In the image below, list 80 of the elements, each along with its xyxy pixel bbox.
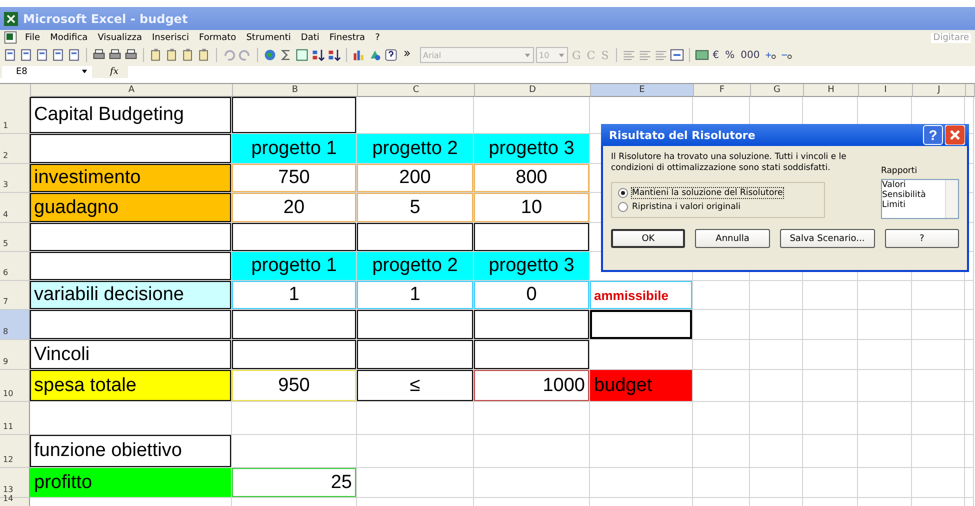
menu-item[interactable]: Inserisci bbox=[152, 32, 189, 42]
table-cell: progetto 3 bbox=[474, 134, 590, 164]
list-item[interactable]: Valori bbox=[882, 180, 945, 190]
table-cell: ammissibile bbox=[590, 281, 693, 310]
menu-item[interactable]: Visualizza bbox=[98, 32, 142, 42]
table-cell: progetto 2 bbox=[357, 134, 474, 164]
dialog-button[interactable]: Annulla bbox=[695, 229, 770, 248]
dialog-button[interactable]: OK bbox=[611, 229, 686, 248]
table-cell: budget bbox=[590, 370, 693, 402]
number-format-button[interactable]: 000 bbox=[738, 50, 762, 60]
list-item[interactable]: Limiti bbox=[882, 200, 945, 210]
row-header[interactable]: 12 bbox=[0, 435, 30, 468]
menu-item[interactable]: Strumenti bbox=[246, 32, 291, 42]
table-cell: profitto bbox=[30, 468, 232, 498]
menu-item[interactable]: File bbox=[25, 32, 40, 42]
menu-item[interactable]: Dati bbox=[300, 32, 320, 42]
row-header[interactable]: 2 bbox=[0, 134, 30, 164]
table-cell: 950 bbox=[232, 370, 357, 402]
result-message: Il Risolutore ha trovato una soluzione. Tutti i vincoli e le condizioni di ottimalizzazione sono stati soddisfatti. bbox=[611, 152, 848, 174]
row-header[interactable]: 6 bbox=[0, 252, 30, 281]
table-cell: 800 bbox=[474, 164, 590, 193]
row-header[interactable]: 3 bbox=[0, 164, 30, 193]
column-header[interactable]: D bbox=[475, 84, 591, 97]
column-header[interactable]: F bbox=[694, 84, 751, 97]
name-box[interactable]: E8 bbox=[2, 66, 92, 78]
row-header[interactable]: 5 bbox=[0, 223, 30, 252]
radio-option[interactable]: Ripristina i valori originali bbox=[618, 200, 818, 214]
column-header[interactable]: C bbox=[358, 84, 475, 97]
row-header[interactable]: 9 bbox=[0, 340, 30, 370]
row-header[interactable]: 11 bbox=[0, 402, 30, 435]
table-cell: progetto 2 bbox=[357, 252, 474, 281]
table-cell: 200 bbox=[357, 164, 474, 193]
column-header[interactable]: A bbox=[31, 84, 233, 97]
table-cell: ≤ bbox=[357, 370, 474, 402]
column-header[interactable]: G bbox=[751, 84, 804, 97]
radio-option[interactable]: Mantieni la soluzione del Risolutore bbox=[618, 186, 818, 200]
row-header[interactable]: 10 bbox=[0, 370, 30, 402]
table-cell: Vincoli bbox=[30, 340, 232, 370]
window-title: Microsoft Excel - budget bbox=[23, 12, 188, 26]
table-cell: investimento bbox=[30, 164, 232, 193]
column-header[interactable]: J bbox=[913, 84, 966, 97]
column-header[interactable]: E bbox=[591, 84, 694, 97]
table-cell: 1 bbox=[357, 281, 474, 310]
menu-item[interactable]: ? bbox=[375, 32, 380, 42]
table-cell: funzione obiettivo bbox=[30, 435, 232, 468]
number-format-button[interactable]: € bbox=[710, 50, 722, 60]
menu-item[interactable]: Formato bbox=[198, 32, 236, 42]
reports-list[interactable]: Valori Sensibilità Limiti bbox=[881, 179, 959, 219]
dialog-title: Risultato del Risolutore bbox=[609, 128, 756, 142]
table-cell: progetto 1 bbox=[232, 252, 357, 281]
table-cell: Capital Budgeting bbox=[30, 97, 232, 134]
function-label[interactable]: fx bbox=[92, 66, 128, 76]
help-button[interactable]: ? bbox=[923, 125, 943, 145]
list-item[interactable]: Sensibilità bbox=[882, 190, 945, 200]
row-header[interactable]: 1 bbox=[0, 97, 30, 134]
row-header[interactable]: 8 bbox=[0, 310, 30, 340]
menu-item[interactable]: Finestra bbox=[329, 32, 366, 42]
row-header[interactable]: 7 bbox=[0, 281, 30, 310]
table-cell: 0 bbox=[474, 281, 590, 310]
column-header[interactable]: I bbox=[859, 84, 913, 97]
dialog-button[interactable]: ? bbox=[884, 229, 960, 248]
table-cell: progetto 1 bbox=[232, 134, 357, 164]
table-cell: 5 bbox=[357, 193, 474, 223]
reports-label: Rapporti bbox=[881, 166, 918, 176]
row-header[interactable]: 4 bbox=[0, 193, 30, 223]
number-format-button[interactable]: % bbox=[723, 50, 737, 60]
table-cell: 750 bbox=[232, 164, 357, 193]
table-cell: variabili decisione bbox=[30, 281, 232, 310]
menu-item[interactable]: Modifica bbox=[50, 32, 88, 42]
table-cell: 1 bbox=[232, 281, 357, 310]
dialog-button[interactable]: Salva Scenario... bbox=[780, 229, 875, 248]
table-cell: 1000 bbox=[474, 370, 590, 402]
table-cell: 20 bbox=[232, 193, 357, 223]
table-cell: guadagno bbox=[30, 193, 232, 223]
table-cell: 25 bbox=[232, 468, 357, 498]
column-header[interactable]: B bbox=[233, 84, 358, 97]
table-cell: spesa totale bbox=[30, 370, 232, 402]
table-cell: progetto 3 bbox=[474, 252, 590, 281]
table-cell: 10 bbox=[474, 193, 590, 223]
column-header[interactable]: H bbox=[804, 84, 859, 97]
